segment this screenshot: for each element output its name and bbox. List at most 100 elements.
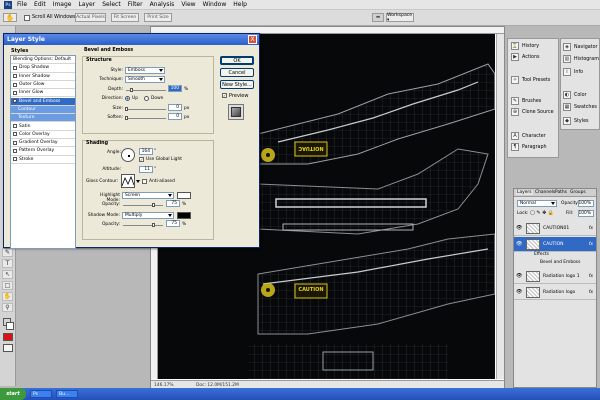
shape-tool-icon[interactable]: □ (2, 281, 13, 290)
menu-filter[interactable]: Filter (128, 1, 143, 8)
panel-history[interactable]: ⌛ History (511, 42, 539, 50)
layer-name[interactable]: CAUTION01 (543, 226, 569, 231)
highlight-mode-select[interactable]: Screen (122, 192, 174, 199)
layer-name[interactable]: Radiation logo (543, 290, 575, 295)
fx-icon[interactable]: fx (589, 242, 593, 247)
taskbar-item-photoshop[interactable]: Ps (30, 390, 52, 398)
print-size-button[interactable]: Print Size (144, 13, 172, 22)
type-tool-icon[interactable]: T (2, 259, 13, 268)
panel-paragraph[interactable]: ¶ Paragraph (511, 143, 547, 151)
shadow-mode-select[interactable]: Multiply (122, 212, 174, 219)
effect-item-row[interactable]: Bevel and Emboss (514, 260, 596, 268)
depth-slider-knob[interactable] (130, 88, 133, 92)
soften-input[interactable]: 0 (168, 113, 182, 120)
highlight-opacity-input[interactable]: 75 (166, 200, 180, 207)
soften-slider-knob[interactable] (125, 116, 128, 120)
panel-character[interactable]: A Character (511, 132, 546, 140)
style-select[interactable]: Emboss (125, 67, 165, 74)
eye-icon[interactable]: 👁 (516, 225, 522, 231)
shadow-opacity-input[interactable]: 75 (166, 220, 180, 227)
style-item-inner-glow[interactable]: Inner Glow (11, 89, 75, 98)
highlight-opacity-knob[interactable] (152, 203, 155, 207)
layer-row[interactable]: 👁 CAUTION01 fx (514, 221, 596, 236)
panel-histogram[interactable]: ▥ Histogram (563, 55, 599, 63)
eye-icon[interactable]: 👁 (516, 289, 522, 295)
checkbox[interactable] (13, 82, 17, 87)
blend-mode-select[interactable]: Normal (517, 200, 557, 207)
eye-icon[interactable]: 👁 (516, 241, 522, 247)
app-icon[interactable]: Ps (4, 0, 12, 9)
fx-icon[interactable]: fx (589, 226, 593, 231)
direction-down-radio[interactable] (144, 96, 149, 101)
ok-button[interactable]: OK (220, 56, 254, 65)
tab-groups[interactable]: Groups (570, 190, 586, 195)
checkbox[interactable] (13, 132, 17, 137)
highlight-opacity-slider[interactable] (123, 205, 163, 206)
size-slider[interactable] (126, 109, 166, 110)
style-item-texture[interactable]: Texture (11, 114, 75, 123)
panel-actions[interactable]: ▶ Actions (511, 53, 540, 61)
menu-file[interactable]: File (17, 1, 27, 8)
menu-view[interactable]: View (181, 1, 195, 8)
style-item-bevel-emboss[interactable]: ✓ Bevel and Emboss (11, 97, 75, 106)
fit-screen-button[interactable]: Fit Screen (111, 13, 139, 22)
technique-select[interactable]: Smooth (125, 76, 165, 83)
menu-analysis[interactable]: Analysis (150, 1, 175, 8)
size-input[interactable]: 0 (168, 104, 182, 111)
eye-icon[interactable]: 👁 (516, 273, 522, 279)
shadow-color-swatch[interactable] (177, 212, 191, 219)
menu-layer[interactable]: Layer (78, 1, 95, 8)
size-slider-knob[interactable] (125, 107, 128, 111)
cancel-button[interactable]: Cancel (220, 68, 254, 77)
new-style-button[interactable]: New Style... (220, 80, 254, 89)
style-item-inner-shadow[interactable]: Inner Shadow (11, 73, 75, 81)
style-item-stroke[interactable]: Stroke (11, 156, 75, 164)
global-light-checkbox[interactable]: ✓ (139, 157, 144, 162)
panel-styles[interactable]: ◆ Styles (563, 117, 589, 125)
checkbox[interactable] (13, 140, 17, 145)
style-item-outer-glow[interactable]: Outer Glow (11, 81, 75, 90)
checkbox[interactable] (13, 124, 17, 129)
taskbar-item-bridge[interactable]: Bu... (56, 390, 78, 398)
panel-navigator[interactable]: ◈ Navigator (563, 43, 597, 51)
layer-row-selected[interactable]: 👁 CAUTION fx (514, 237, 596, 252)
opacity-input[interactable]: 100% (578, 200, 594, 207)
vertical-scrollbar[interactable] (496, 34, 504, 379)
actual-pixels-button[interactable]: Actual Pixels (75, 13, 106, 22)
hand-tool-icon[interactable]: ✋ (3, 13, 17, 22)
close-icon[interactable]: X (248, 35, 257, 44)
scroll-all-windows-checkbox[interactable] (24, 15, 30, 21)
menu-image[interactable]: Image (53, 1, 72, 8)
preview-checkbox[interactable]: ✓ (222, 93, 227, 98)
layer-name[interactable]: Radiation logo 1 (543, 274, 580, 279)
checkbox[interactable] (13, 74, 17, 79)
shadow-opacity-slider[interactable] (123, 225, 163, 226)
quick-mask-swatch[interactable] (3, 333, 13, 341)
menu-window[interactable]: Window (203, 1, 227, 8)
tab-layers[interactable]: Layers (516, 190, 533, 195)
fill-input[interactable]: 100% (578, 210, 594, 217)
lock-icons[interactable]: ▢ ✎ ✥ 🔒 (530, 210, 554, 216)
fx-icon[interactable]: fx (589, 290, 593, 295)
altitude-input[interactable]: 11 (139, 166, 153, 173)
style-item-contour[interactable]: Contour (11, 105, 75, 115)
shadow-opacity-knob[interactable] (152, 223, 155, 227)
screen-mode-icon[interactable] (3, 344, 13, 352)
soften-slider[interactable] (126, 118, 166, 119)
panel-info[interactable]: i Info (563, 68, 583, 76)
chevron-down-icon[interactable] (136, 180, 140, 183)
background-color[interactable] (6, 322, 14, 330)
layer-row[interactable]: 👁 Radiation logo fx (514, 285, 596, 300)
angle-input[interactable]: 164 (139, 148, 153, 155)
anti-aliased-checkbox[interactable] (142, 179, 147, 184)
style-item-blending[interactable]: Blending Options: Default (11, 56, 75, 65)
checkbox-checked[interactable]: ✓ (13, 99, 17, 104)
hand-icon[interactable]: ✋ (2, 292, 13, 301)
start-button[interactable]: start (0, 388, 26, 400)
highlight-color-swatch[interactable] (177, 192, 191, 199)
angle-dial[interactable] (121, 148, 135, 162)
style-item-color-overlay[interactable]: Color Overlay (11, 131, 75, 139)
style-item-satin[interactable]: Satin (11, 122, 75, 131)
tab-channels[interactable]: Channels (535, 190, 555, 195)
zoom-icon[interactable]: ⚲ (2, 303, 13, 312)
